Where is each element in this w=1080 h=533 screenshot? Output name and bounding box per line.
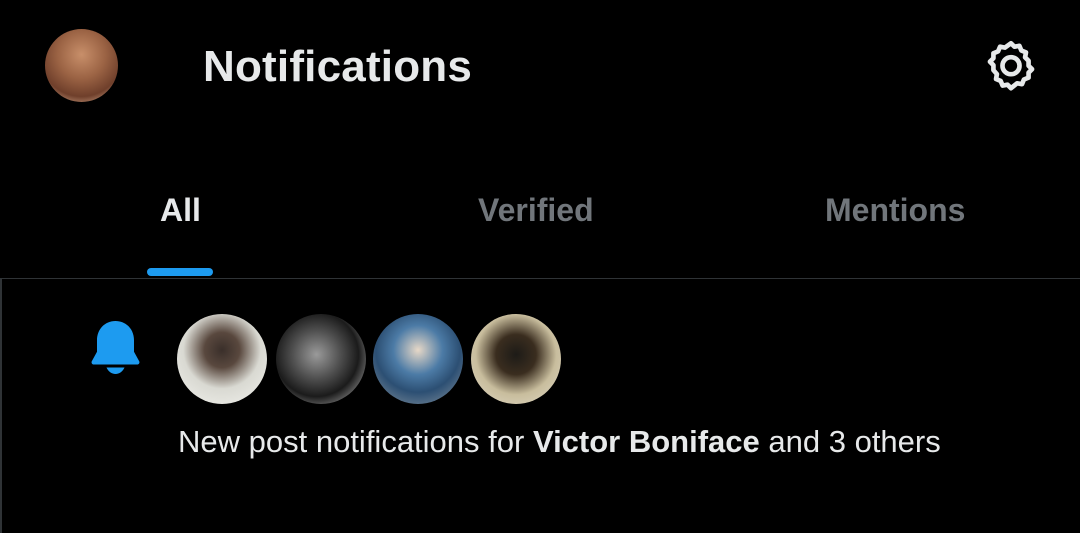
gear-icon[interactable] bbox=[980, 36, 1042, 98]
page-title: Notifications bbox=[203, 42, 473, 91]
notification-avatars bbox=[177, 314, 567, 404]
notification-text-suffix: and 3 others bbox=[759, 424, 941, 459]
notifications-tabs: All Verified Mentions bbox=[0, 170, 1080, 278]
top-app-bar: Notifications bbox=[0, 0, 1080, 140]
notification-highlight-name[interactable]: Victor Boniface bbox=[533, 424, 760, 459]
active-tab-indicator bbox=[147, 268, 213, 276]
tab-all[interactable]: All bbox=[160, 192, 201, 229]
notification-text: New post notifications for Victor Bonifa… bbox=[178, 419, 1018, 464]
notification-item[interactable]: New post notifications for Victor Bonifa… bbox=[0, 279, 1080, 533]
avatar[interactable] bbox=[177, 314, 267, 404]
avatar[interactable] bbox=[373, 314, 463, 404]
tab-verified[interactable]: Verified bbox=[478, 192, 594, 229]
tab-mentions[interactable]: Mentions bbox=[825, 192, 965, 229]
avatar[interactable] bbox=[471, 314, 561, 404]
profile-avatar[interactable] bbox=[45, 29, 118, 102]
avatar[interactable] bbox=[276, 314, 366, 404]
notification-text-prefix: New post notifications for bbox=[178, 424, 533, 459]
bell-icon bbox=[88, 318, 143, 376]
